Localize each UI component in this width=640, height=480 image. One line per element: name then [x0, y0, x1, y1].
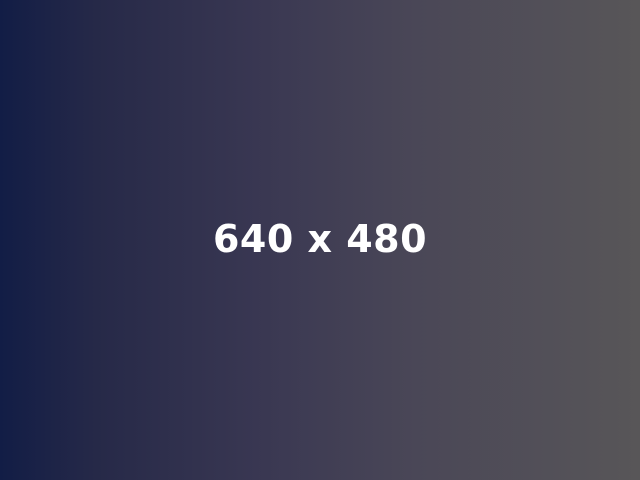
- dimension-label: 640 x 480: [212, 217, 428, 261]
- placeholder-canvas: 640 x 480: [0, 0, 640, 480]
